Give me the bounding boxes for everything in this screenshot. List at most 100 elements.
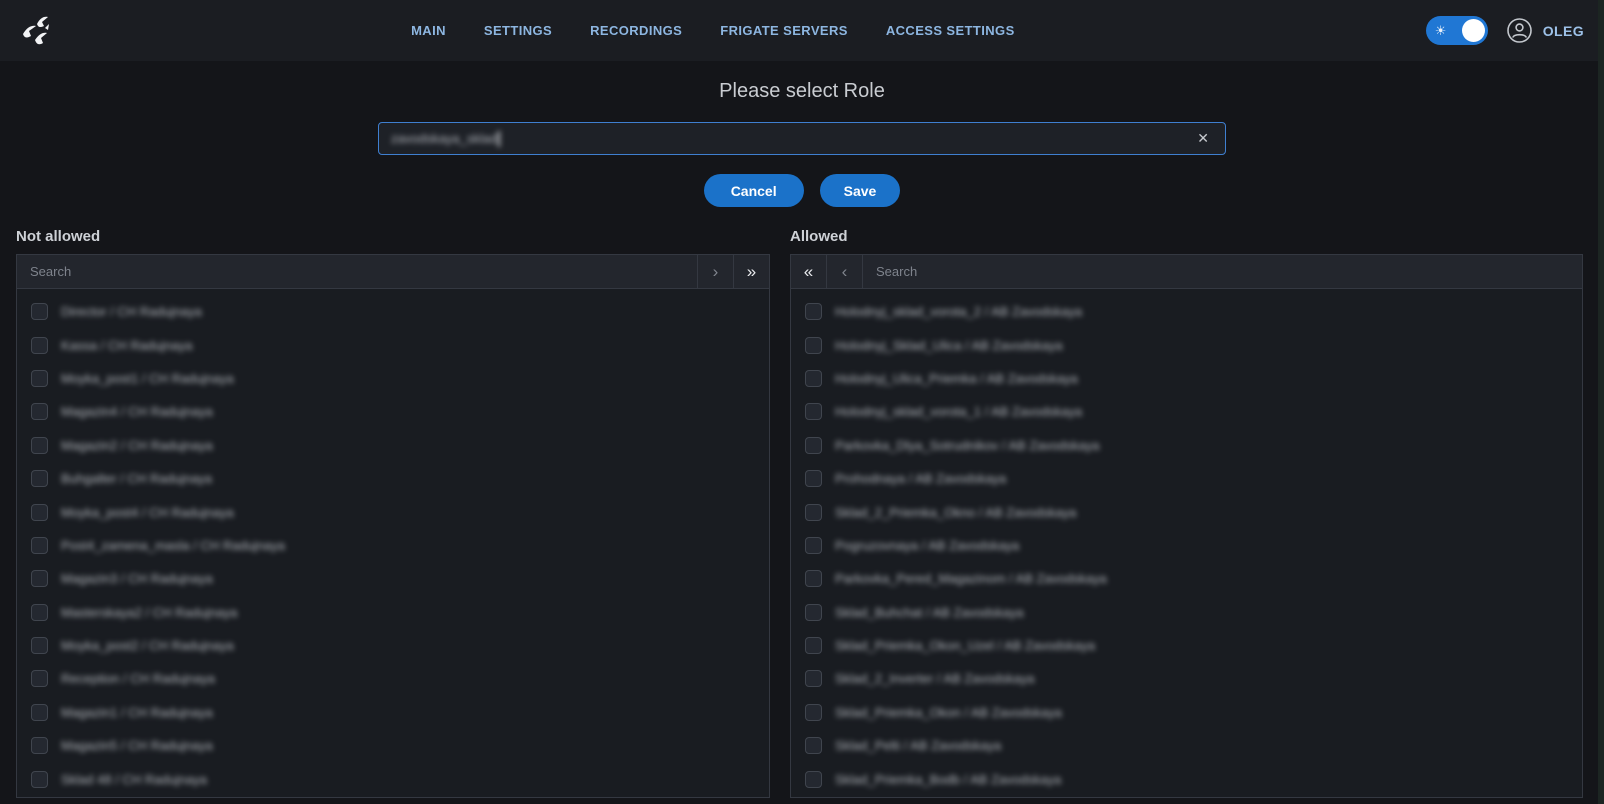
not-allowed-list[interactable]: Director / CH Radujnaya Kassa / CH Raduj… [17, 289, 769, 797]
list-item[interactable]: Sklad 48 / CH Radujnaya [17, 762, 769, 795]
item-label: Sklad_Priemka_Okon_Uzel / AB Zavodskaya [835, 638, 1095, 653]
item-checkbox[interactable] [31, 570, 48, 587]
user-menu[interactable]: OLEG [1506, 17, 1584, 44]
list-item[interactable]: Sklad_2_Inverter / AB Zavodskaya [791, 662, 1582, 695]
list-item[interactable]: Kassa / CH Radujnaya [17, 328, 769, 361]
item-checkbox[interactable] [31, 670, 48, 687]
list-item[interactable]: Magazin5 / CH Radujnaya [17, 729, 769, 762]
item-checkbox[interactable] [805, 570, 822, 587]
nav-item-settings[interactable]: SETTINGS [484, 23, 552, 38]
item-checkbox[interactable] [805, 403, 822, 420]
item-checkbox[interactable] [805, 437, 822, 454]
not-allowed-title: Not allowed [16, 228, 770, 245]
item-label: Moyka_post2 / CH Radujnaya [61, 638, 234, 653]
item-checkbox[interactable] [805, 504, 822, 521]
item-checkbox[interactable] [31, 337, 48, 354]
move-selected-right-button[interactable]: › [697, 255, 733, 288]
item-checkbox[interactable] [31, 704, 48, 721]
nav-item-access-settings[interactable]: ACCESS SETTINGS [886, 23, 1015, 38]
list-item[interactable]: Pogruzovnaya / AB Zavodskaya [791, 529, 1582, 562]
list-item[interactable]: Buhgalter / CH Radujnaya [17, 462, 769, 495]
list-item[interactable]: Parkovka_Dlya_Sotrudnikov / AB Zavodskay… [791, 429, 1582, 462]
move-selected-left-button[interactable]: ‹ [827, 255, 863, 288]
allowed-search-input[interactable] [863, 255, 1582, 288]
list-item[interactable]: Sklad_Buhchat / AB Zavodskaya [791, 596, 1582, 629]
item-label: Kassa / CH Radujnaya [61, 338, 193, 353]
item-checkbox[interactable] [805, 704, 822, 721]
nav-item-recordings[interactable]: RECORDINGS [590, 23, 682, 38]
item-label: Magazin5 / CH Radujnaya [61, 738, 213, 753]
item-checkbox[interactable] [31, 637, 48, 654]
item-checkbox[interactable] [31, 604, 48, 621]
not-allowed-search-input[interactable] [17, 255, 697, 288]
list-item[interactable]: Holodnyj_Sklad_Ulica / AB Zavodskaya [791, 328, 1582, 361]
list-item[interactable]: Sklad_Priemka_Bodb / AB Zavodskaya [791, 762, 1582, 795]
item-checkbox[interactable] [805, 370, 822, 387]
list-item[interactable]: Prohodnaya / AB Zavodskaya [791, 462, 1582, 495]
item-checkbox[interactable] [31, 370, 48, 387]
page-scrollbar[interactable] [1598, 0, 1604, 804]
item-checkbox[interactable] [805, 303, 822, 320]
cancel-button[interactable]: Cancel [704, 174, 804, 207]
list-item[interactable]: Magazin2 / CH Radujnaya [17, 429, 769, 462]
list-item[interactable]: Moyka_post2 / CH Radujnaya [17, 629, 769, 662]
move-all-right-button[interactable]: » [733, 255, 769, 288]
move-all-left-button[interactable]: « [791, 255, 827, 288]
list-item[interactable]: Director / CH Radujnaya [17, 295, 769, 328]
list-item[interactable]: Masterskaya2 / CH Radujnaya [17, 596, 769, 629]
list-item[interactable]: Holodnyj_sklad_vorota_2 / AB Zavodskaya [791, 295, 1582, 328]
item-checkbox[interactable] [31, 437, 48, 454]
list-item[interactable]: Parkovka_Pered_Magazinom / AB Zavodskaya [791, 562, 1582, 595]
list-item[interactable]: Holodnyj_Ulica_Priemka / AB Zavodskaya [791, 362, 1582, 395]
item-label: Sklad_2_Priemka_Okno / AB Zavodskaya [835, 505, 1076, 520]
allowed-list[interactable]: Holodnyj_sklad_vorota_2 / AB Zavodskaya … [791, 289, 1582, 797]
item-label: Reception / CH Radujnaya [61, 671, 215, 686]
role-name-input[interactable]: zavodskaya_sklad ✕ [378, 122, 1226, 155]
item-label: Buhgalter / CH Radujnaya [61, 471, 212, 486]
item-label: Parkovka_Dlya_Sotrudnikov / AB Zavodskay… [835, 438, 1099, 453]
item-label: Director / CH Radujnaya [61, 304, 202, 319]
item-checkbox[interactable] [805, 771, 822, 788]
not-allowed-panel: › » Director / CH Radujnaya Kassa / CH R… [16, 254, 770, 798]
item-label: Sklad_Pelti / AB Zavodskaya [835, 738, 1001, 753]
list-item[interactable]: Magazin4 / CH Radujnaya [17, 395, 769, 428]
list-item[interactable]: Reception / CH Radujnaya [17, 662, 769, 695]
list-item[interactable]: Moyka_post1 / CH Radujnaya [17, 362, 769, 395]
list-item[interactable]: Sklad_Priemka_Okon_Uzel / AB Zavodskaya [791, 629, 1582, 662]
role-input-value: zavodskaya_sklad [391, 131, 500, 147]
sun-icon: ☀ [1435, 24, 1447, 37]
item-checkbox[interactable] [31, 737, 48, 754]
list-item[interactable]: Sklad_Pelti / AB Zavodskaya [791, 729, 1582, 762]
clear-input-icon[interactable]: ✕ [1193, 128, 1213, 149]
item-checkbox[interactable] [31, 403, 48, 420]
list-item[interactable]: Sklad_2_Priemka_Okno / AB Zavodskaya [791, 495, 1582, 528]
theme-toggle[interactable]: ☀ [1426, 16, 1488, 45]
item-checkbox[interactable] [805, 637, 822, 654]
list-item[interactable]: Post4_zamena_masla / CH Radujnaya [17, 529, 769, 562]
nav-item-frigate-servers[interactable]: FRIGATE SERVERS [720, 23, 848, 38]
item-label: Post4_zamena_masla / CH Radujnaya [61, 538, 285, 553]
list-item[interactable]: Magazin1 / CH Radujnaya [17, 696, 769, 729]
item-label: Magazin2 / CH Radujnaya [61, 438, 213, 453]
item-checkbox[interactable] [805, 604, 822, 621]
item-label: Holodnyj_Ulica_Priemka / AB Zavodskaya [835, 371, 1078, 386]
list-item[interactable]: Moyka_post4 / CH Radujnaya [17, 495, 769, 528]
list-item[interactable]: Sklad_Priemka_Okon / AB Zavodskaya [791, 696, 1582, 729]
item-checkbox[interactable] [31, 470, 48, 487]
item-checkbox[interactable] [31, 303, 48, 320]
item-checkbox[interactable] [805, 670, 822, 687]
item-checkbox[interactable] [31, 504, 48, 521]
save-button[interactable]: Save [820, 174, 901, 207]
item-checkbox[interactable] [31, 771, 48, 788]
item-checkbox[interactable] [805, 537, 822, 554]
nav-item-main[interactable]: MAIN [411, 23, 446, 38]
toggle-knob[interactable] [1462, 19, 1485, 42]
list-item[interactable]: Holodnyj_sklad_vorota_1 / AB Zavodskaya [791, 395, 1582, 428]
list-item[interactable]: Magazin3 / CH Radujnaya [17, 562, 769, 595]
item-checkbox[interactable] [805, 470, 822, 487]
item-checkbox[interactable] [31, 537, 48, 554]
form-buttons: Cancel Save [0, 174, 1604, 207]
username-label: OLEG [1543, 23, 1584, 39]
item-checkbox[interactable] [805, 737, 822, 754]
item-checkbox[interactable] [805, 337, 822, 354]
